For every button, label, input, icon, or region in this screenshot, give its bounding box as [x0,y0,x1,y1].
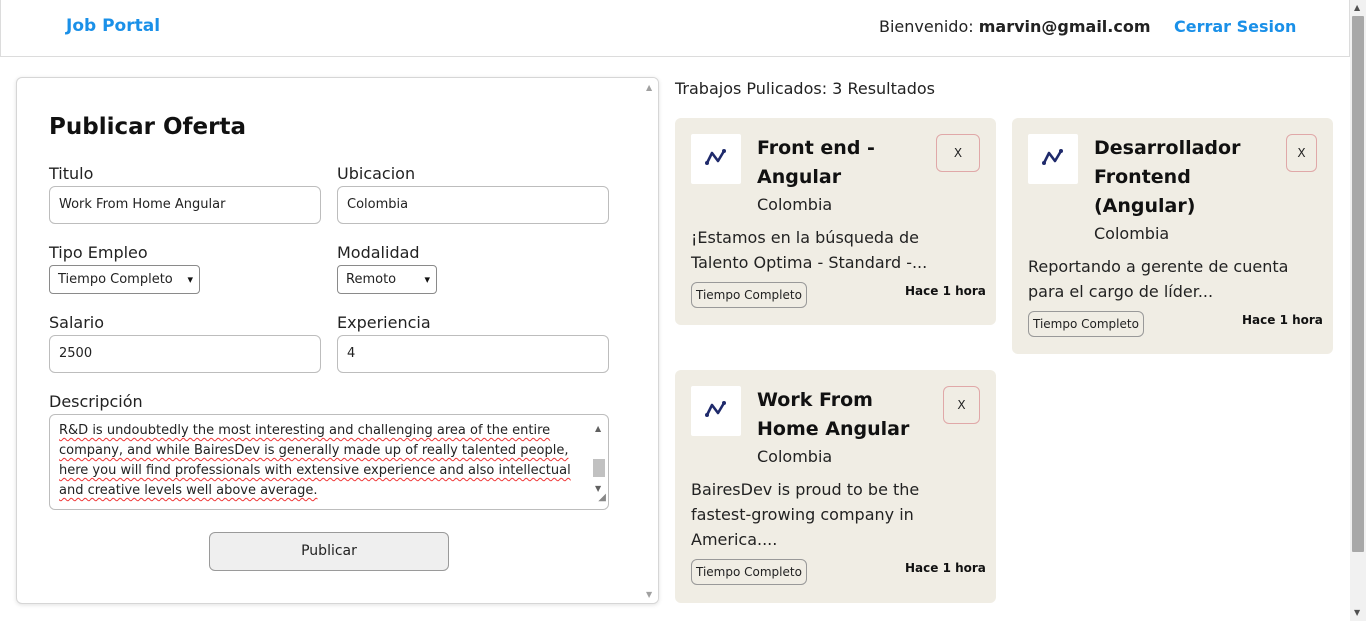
page-scrollbar-thumb[interactable] [1352,16,1364,552]
salario-label: Salario [49,313,105,332]
job-type-badge: Tiempo Completo [1028,311,1144,337]
experiencia-label: Experiencia [337,313,431,332]
user-email: marvin@gmail.com [978,17,1151,36]
logout-link[interactable]: Cerrar Sesion [1174,17,1296,36]
n-tech-logo-icon [705,149,726,165]
n-tech-logo-icon [1042,149,1063,165]
delete-job-button[interactable]: X [936,134,980,172]
descripcion-textarea[interactable]: R&D is undoubtedly the most interesting … [49,414,609,510]
job-title[interactable]: Work From Home Angular [757,386,932,444]
job-location: Colombia [757,195,833,214]
chevron-down-icon: ▾ [424,273,430,286]
job-location: Colombia [1094,224,1170,243]
form-scroll-up-icon[interactable]: ▲ [646,83,652,92]
delete-job-button[interactable]: X [1286,134,1317,172]
form-scrollbar[interactable]: ▲ ▼ [642,78,658,603]
job-time: Hace 1 hora [905,561,986,575]
salario-input[interactable]: 2500 [49,335,321,373]
delete-job-button[interactable]: X [943,386,980,424]
form-title: Publicar Oferta [49,114,246,140]
job-description: ¡Estamos en la búsqueda de Talento Optim… [691,228,928,272]
titulo-label: Titulo [49,164,94,183]
job-type-badge: Tiempo Completo [691,282,807,308]
scroll-up-icon[interactable]: ▲ [1354,4,1360,12]
job-title[interactable]: Desarrollador Frontend (Angular) [1094,134,1264,221]
experiencia-input[interactable]: 4 [337,335,609,373]
tipo-empleo-select[interactable]: Tiempo Completo ▾ [49,265,200,294]
company-logo [691,386,741,436]
job-location: Colombia [757,447,833,466]
job-title[interactable]: Front end - Angular [757,134,907,192]
job-type-badge: Tiempo Completo [691,559,807,585]
modalidad-label: Modalidad [337,243,420,262]
page-scrollbar[interactable]: ▲ ▼ [1350,0,1366,621]
navbar: Job Portal Bienvenido: marvin@gmail.com … [0,0,1350,57]
job-description: BairesDev is proud to be the fastest-gro… [691,480,920,549]
publish-offer-form: ▲ ▼ Publicar Oferta Titulo Work From Hom… [16,77,659,604]
job-card[interactable]: Work From Home Angular Colombia BairesDe… [675,370,996,603]
descripcion-text: R&D is undoubtedly the most interesting … [59,423,571,498]
job-card[interactable]: Desarrollador Frontend (Angular) Colombi… [1012,118,1333,354]
resize-grip-icon[interactable]: ◢ [598,488,606,508]
ubicacion-label: Ubicacion [337,164,416,183]
form-scroll-down-icon[interactable]: ▼ [646,590,652,599]
job-time: Hace 1 hora [1242,313,1323,327]
results-heading: Trabajos Pulicados: 3 Resultados [675,79,935,98]
n-tech-logo-icon [705,401,726,417]
titulo-input[interactable]: Work From Home Angular [49,186,321,224]
brand-link[interactable]: Job Portal [66,16,160,36]
chevron-down-icon: ▾ [187,273,193,286]
job-card[interactable]: Front end - Angular Colombia ¡Estamos en… [675,118,996,325]
welcome-text: Bienvenido: marvin@gmail.com [879,17,1151,36]
job-description: Reportando a gerente de cuenta para el c… [1028,257,1289,301]
company-logo [691,134,741,184]
modalidad-select[interactable]: Remoto ▾ [337,265,437,294]
ubicacion-input[interactable]: Colombia [337,186,609,224]
job-time: Hace 1 hora [905,284,986,298]
textarea-scrollbar-thumb[interactable] [593,459,605,477]
company-logo [1028,134,1078,184]
tipo-empleo-label: Tipo Empleo [49,243,148,262]
scroll-down-icon[interactable]: ▼ [1354,609,1360,617]
modalidad-value: Remoto [346,272,397,287]
publicar-button[interactable]: Publicar [209,532,449,571]
welcome-label: Bienvenido: [879,17,974,36]
descripcion-label: Descripción [49,392,143,411]
textarea-scroll-up-icon[interactable]: ▲ [595,419,601,439]
tipo-empleo-value: Tiempo Completo [58,272,173,287]
